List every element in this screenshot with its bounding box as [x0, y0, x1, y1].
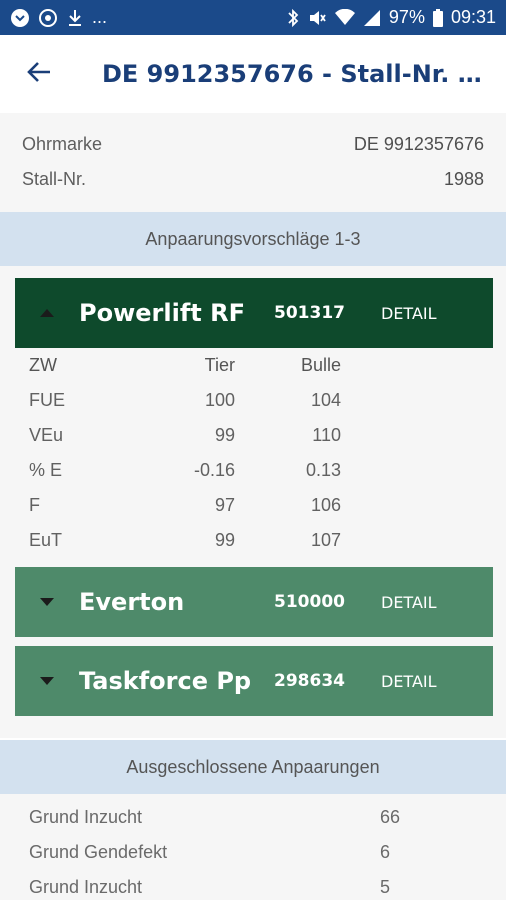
table-row: EuT 99 107: [15, 523, 493, 558]
exclusion-reason: Grund Inzucht: [29, 877, 143, 897]
info-label: Stall-Nr.: [22, 169, 87, 189]
table-cell: EuT: [29, 530, 63, 550]
column-header: Bulle: [300, 355, 341, 375]
table-cell: 110: [312, 425, 341, 445]
excluded-header: Ausgeschlossene Anpaarungen: [0, 740, 506, 794]
suggestion-card-1[interactable]: Powerlift RF 501317 DETAIL: [15, 278, 493, 348]
table-cell: 107: [310, 530, 341, 550]
app-bar: DE 9912357676 - Stall-Nr. 1988: [0, 35, 506, 113]
status-time: 09:31: [450, 7, 496, 27]
table-cell: VEu: [29, 425, 64, 445]
excluded-list: Grund Inzucht 66 Grund Gendefekt 6 Grund…: [0, 794, 506, 900]
table-cell: -0.16: [193, 460, 235, 480]
suggestion-card-3[interactable]: Taskforce Pp 298634 DETAIL: [15, 646, 493, 716]
column-header: Tier: [204, 355, 235, 375]
column-header: ZW: [29, 355, 57, 375]
at-sign-icon: [38, 8, 58, 28]
arrow-left-icon: [26, 59, 52, 90]
table-row: F 97 106: [15, 488, 493, 523]
exclusion-reason: Grund Inzucht: [29, 807, 143, 827]
battery-icon: [432, 8, 443, 27]
bull-name: Everton: [79, 588, 185, 616]
list-item: Grund Inzucht 66: [0, 800, 506, 835]
table-cell: 0.13: [305, 460, 341, 480]
chevron-circle-icon: [10, 8, 30, 28]
table-cell: F: [29, 495, 40, 515]
animal-info: Ohrmarke DE 9912357676 Stall-Nr. 1988: [0, 113, 506, 212]
table-cell: 99: [214, 530, 235, 550]
status-bar: ... 97% 09:31: [0, 0, 506, 35]
info-row-ohrmarke: Ohrmarke DE 9912357676: [22, 127, 484, 162]
table-cell: 99: [214, 425, 235, 445]
table-row: VEu 99 110: [15, 418, 493, 453]
table-cell: 106: [310, 495, 341, 515]
detail-button[interactable]: DETAIL: [381, 593, 437, 612]
table-cell: 100: [204, 390, 235, 410]
table-cell: 97: [214, 495, 235, 515]
table-row: FUE 100 104: [15, 383, 493, 418]
exclusion-count: 6: [380, 842, 391, 862]
detail-button[interactable]: DETAIL: [381, 304, 437, 323]
info-value: 1988: [443, 169, 484, 189]
table-cell: 104: [310, 390, 341, 410]
info-value: DE 9912357676: [353, 134, 484, 154]
detail-button[interactable]: DETAIL: [381, 672, 437, 691]
wifi-icon: [334, 8, 355, 27]
download-icon: [66, 8, 84, 28]
page-title: DE 9912357676 - Stall-Nr. 1988: [102, 60, 492, 88]
list-item: Grund Gendefekt 6: [0, 835, 506, 870]
bull-name: Powerlift RF: [79, 299, 245, 327]
back-button[interactable]: [0, 35, 78, 113]
table-cell: FUE: [29, 390, 65, 410]
table-row: % E -0.16 0.13: [15, 453, 493, 488]
bull-number: 298634: [274, 671, 345, 691]
exclusion-count: 66: [380, 807, 401, 827]
exclusion-count: 5: [380, 877, 391, 897]
exclusion-reason: Grund Gendefekt: [29, 842, 168, 862]
bluetooth-icon: [287, 8, 299, 28]
signal-icon: [363, 9, 381, 27]
status-more-text: ...: [92, 7, 108, 27]
caret-down-icon: [15, 598, 79, 606]
suggestion-card-2[interactable]: Everton 510000 DETAIL: [15, 567, 493, 637]
caret-down-icon: [15, 677, 79, 685]
bull-number: 510000: [274, 592, 345, 612]
info-row-stall-nr: Stall-Nr. 1988: [22, 162, 484, 197]
battery-percent: 97%: [388, 7, 425, 27]
caret-up-icon: [15, 309, 79, 317]
mute-icon: [307, 8, 327, 28]
table-cell: % E: [29, 460, 63, 480]
info-label: Ohrmarke: [22, 134, 103, 154]
suggestions-list: Powerlift RF 501317 DETAIL ZW Tier Bulle…: [0, 266, 506, 738]
list-item: Grund Inzucht 5: [0, 870, 506, 900]
bull-number: 501317: [274, 303, 345, 323]
breeding-values-table: ZW Tier Bulle FUE 100 104 VEu 99 110 % E…: [15, 348, 493, 558]
table-header-row: ZW Tier Bulle: [15, 348, 493, 383]
suggestions-header: Anpaarungsvorschläge 1-3: [0, 212, 506, 266]
bull-name: Taskforce Pp: [79, 667, 252, 695]
